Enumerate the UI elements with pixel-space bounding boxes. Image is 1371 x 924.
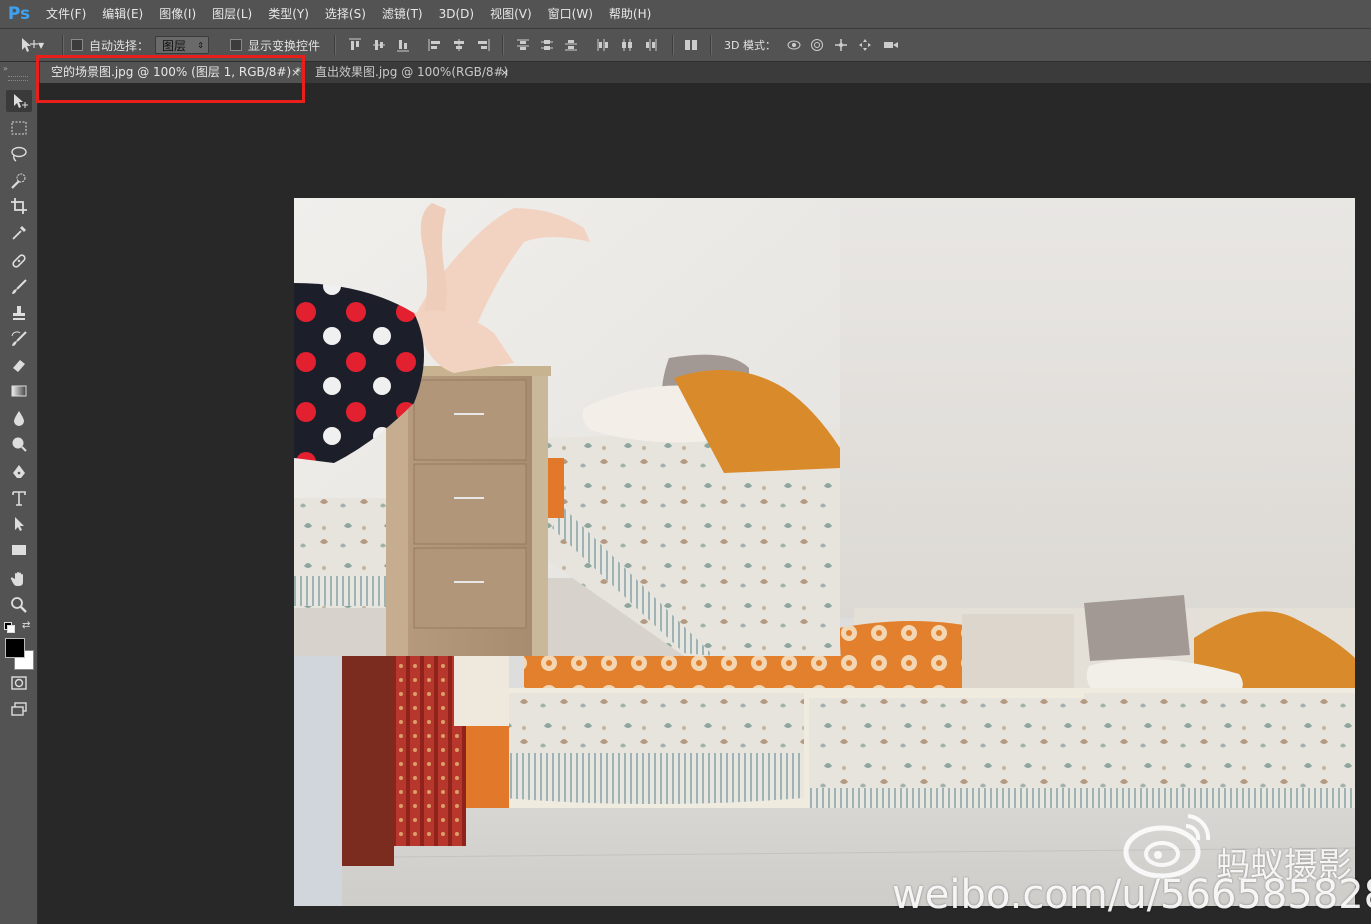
align-top-icon[interactable] xyxy=(348,38,362,52)
photo-composite xyxy=(294,198,1355,906)
divider xyxy=(334,35,336,55)
checkbox-box[interactable] xyxy=(71,39,83,51)
show-transform-label: 显示变换控件 xyxy=(248,38,321,53)
path-select-tool-icon[interactable] xyxy=(6,513,32,535)
rectangle-tool-icon[interactable] xyxy=(6,539,32,561)
menu-help[interactable]: 帮助(H) xyxy=(601,0,659,28)
move-tool-preset-icon xyxy=(22,38,38,52)
auto-select-target-dropdown[interactable]: 图层 ⇕ xyxy=(155,36,209,54)
watermark-url: weibo.com/u/5665858288 xyxy=(892,872,1371,918)
menu-view[interactable]: 视图(V) xyxy=(482,0,540,28)
align-left-icon[interactable] xyxy=(428,38,442,52)
menu-3d[interactable]: 3D(D) xyxy=(431,0,482,28)
menu-type[interactable]: 类型(Y) xyxy=(260,0,317,28)
menu-image[interactable]: 图像(I) xyxy=(151,0,204,28)
divider xyxy=(672,35,674,55)
collapse-panel-icon[interactable]: » xyxy=(3,64,8,73)
3d-rotate-icon[interactable] xyxy=(786,38,802,52)
brush-tool-icon[interactable] xyxy=(6,276,32,298)
menu-bar: Ps 文件(F) 编辑(E) 图像(I) 图层(L) 类型(Y) 选择(S) 滤… xyxy=(0,0,1371,29)
eyedropper-tool-icon[interactable] xyxy=(6,222,32,244)
foreground-color-swatch[interactable] xyxy=(5,638,25,658)
photoshop-logo: Ps xyxy=(7,4,31,24)
toolbox: » ⇄ xyxy=(0,62,38,924)
default-colors-icon[interactable] xyxy=(4,622,15,633)
menu-select[interactable]: 选择(S) xyxy=(317,0,374,28)
lasso-tool-icon[interactable] xyxy=(6,143,32,165)
distribute-bottom-icon[interactable] xyxy=(564,38,578,52)
auto-align-layers-icon[interactable] xyxy=(684,38,698,52)
history-brush-tool-icon[interactable] xyxy=(6,328,32,350)
highlight-box xyxy=(36,55,305,103)
3d-slide-icon[interactable] xyxy=(858,38,872,52)
menu-file[interactable]: 文件(F) xyxy=(38,0,94,28)
move-tool-icon[interactable] xyxy=(6,90,32,112)
updown-arrows-icon: ⇕ xyxy=(197,41,204,50)
hand-tool-icon[interactable] xyxy=(6,568,32,590)
clone-stamp-tool-icon[interactable] xyxy=(6,302,32,324)
tab-direct-output[interactable]: 直出效果图.jpg @ 100%(RGB/8#) × xyxy=(306,62,518,83)
tab-label: 直出效果图.jpg @ 100%(RGB/8#) xyxy=(315,65,509,79)
menu-edit[interactable]: 编辑(E) xyxy=(94,0,151,28)
3d-scale-icon[interactable] xyxy=(882,38,900,52)
menu-filter[interactable]: 滤镜(T) xyxy=(374,0,431,28)
align-right-icon[interactable] xyxy=(476,38,490,52)
quick-select-tool-icon[interactable] xyxy=(6,170,32,192)
distribute-right-icon[interactable] xyxy=(644,38,658,52)
menu-window[interactable]: 窗口(W) xyxy=(540,0,601,28)
document-canvas[interactable] xyxy=(294,198,1355,906)
divider xyxy=(62,35,64,55)
3d-roll-icon[interactable] xyxy=(810,38,824,52)
pen-tool-icon[interactable] xyxy=(6,461,32,483)
3d-mode-label: 3D 模式： xyxy=(724,39,776,52)
marquee-tool-icon[interactable] xyxy=(6,117,32,139)
zoom-tool-icon[interactable] xyxy=(6,594,32,616)
quick-mask-icon[interactable] xyxy=(6,672,32,694)
chevron-down-icon: ▼ xyxy=(38,40,45,50)
menu-layer[interactable]: 图层(L) xyxy=(204,0,260,28)
divider xyxy=(502,35,504,55)
gradient-tool-icon[interactable] xyxy=(6,380,32,402)
distribute-left-icon[interactable] xyxy=(596,38,610,52)
distribute-vcenter-icon[interactable] xyxy=(540,38,554,52)
auto-select-target-value: 图层 xyxy=(162,39,187,53)
distribute-top-icon[interactable] xyxy=(516,38,530,52)
auto-select-label: 自动选择： xyxy=(89,38,150,53)
screen-mode-icon[interactable] xyxy=(6,698,32,720)
eraser-tool-icon[interactable] xyxy=(6,354,32,376)
align-bottom-icon[interactable] xyxy=(396,38,410,52)
swap-colors-icon[interactable]: ⇄ xyxy=(22,620,30,631)
align-vcenter-icon[interactable] xyxy=(372,38,386,52)
healing-brush-tool-icon[interactable] xyxy=(6,250,32,272)
type-tool-icon[interactable] xyxy=(6,487,32,509)
checkbox-box[interactable] xyxy=(230,39,242,51)
grip-handle[interactable] xyxy=(8,76,28,81)
3d-pan-icon[interactable] xyxy=(834,38,848,52)
divider xyxy=(710,35,712,55)
blur-tool-icon[interactable] xyxy=(6,407,32,429)
dodge-tool-icon[interactable] xyxy=(6,433,32,455)
close-icon[interactable]: × xyxy=(500,62,509,83)
crop-tool-icon[interactable] xyxy=(6,195,32,217)
distribute-hcenter-icon[interactable] xyxy=(620,38,634,52)
align-hcenter-icon[interactable] xyxy=(452,38,466,52)
